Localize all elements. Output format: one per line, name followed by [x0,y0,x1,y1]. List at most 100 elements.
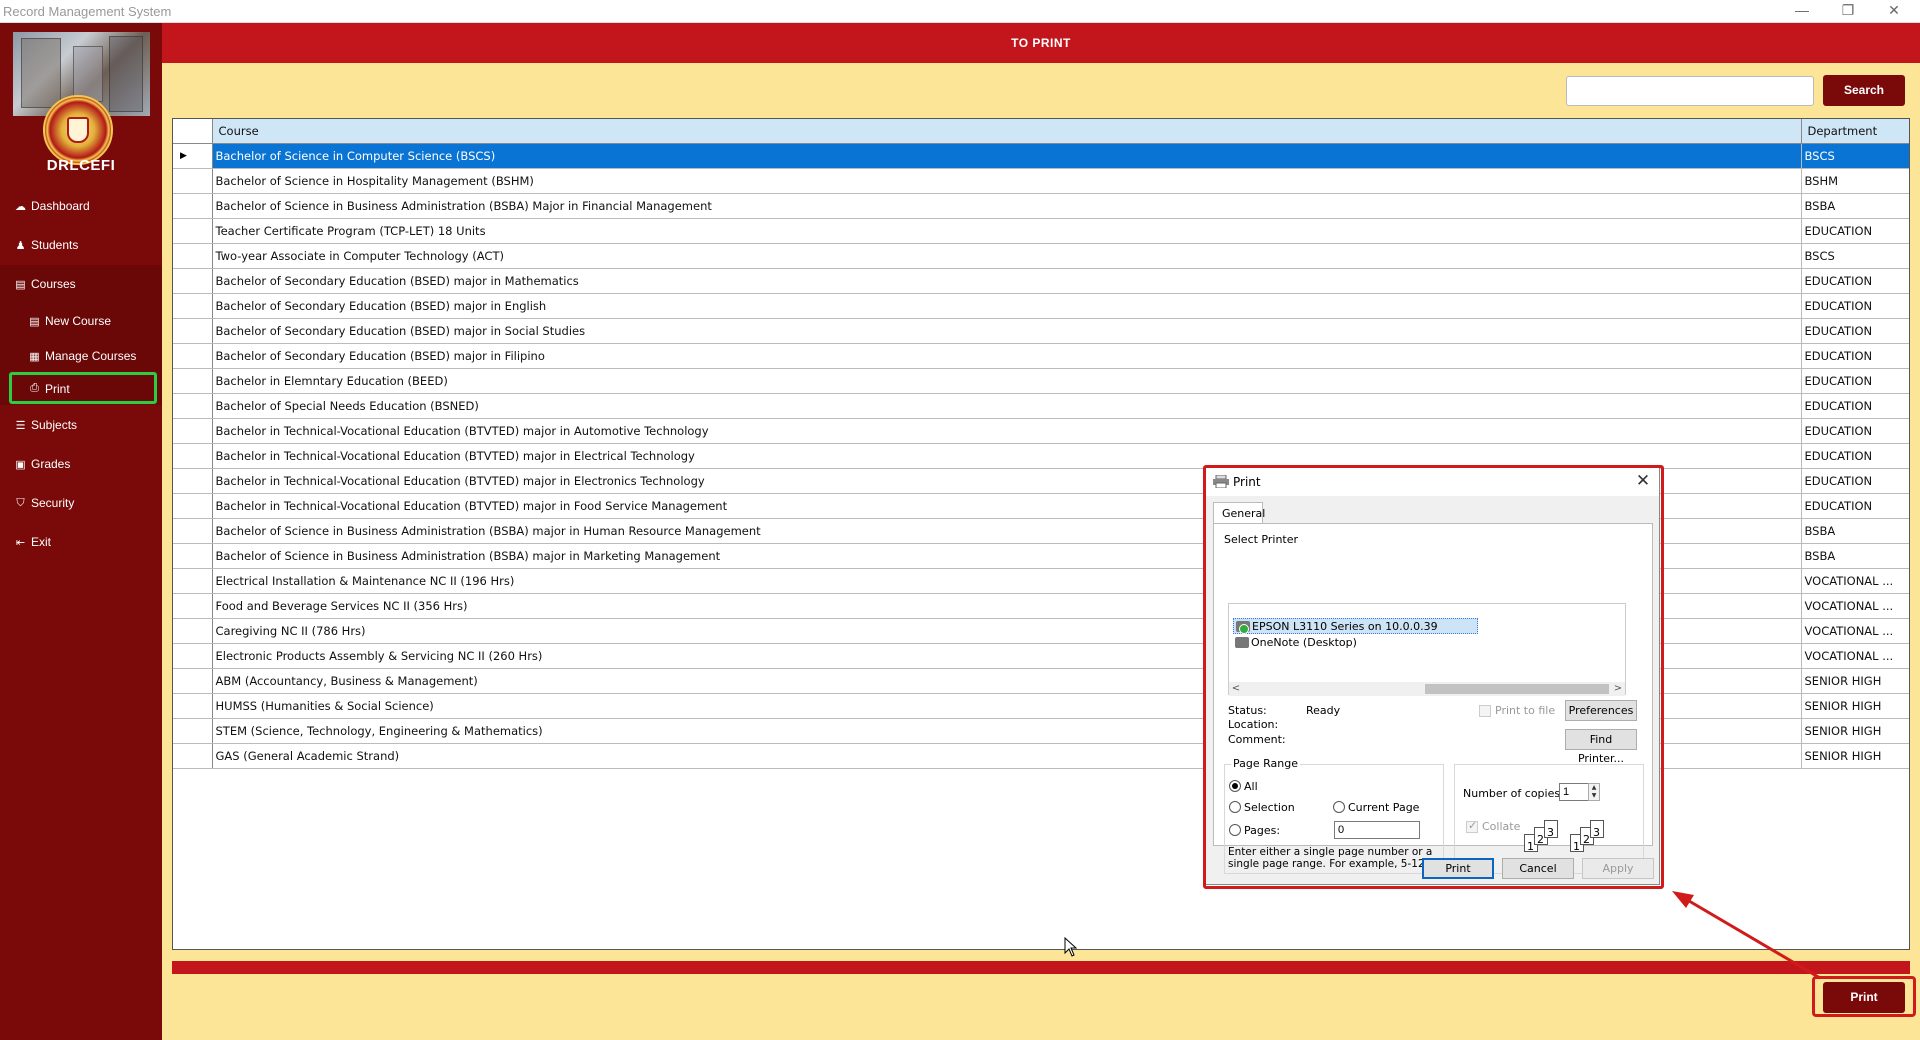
row-header[interactable] [173,668,213,694]
row-header[interactable] [173,243,213,269]
cell-course[interactable]: Bachelor of Secondary Education (BSED) m… [212,268,1802,294]
scroll-thumb[interactable] [1425,684,1609,694]
table-row[interactable]: Bachelor of Special Needs Education (BSN… [173,393,1909,419]
sidebar-item-dashboard[interactable]: ☁ Dashboard [0,188,162,224]
dialog-cancel-button[interactable]: Cancel [1502,858,1574,879]
tab-general[interactable]: General [1213,502,1265,524]
row-header[interactable] [173,618,213,644]
row-header[interactable] [173,493,213,519]
column-header-course[interactable]: Course [212,119,1802,144]
cell-course[interactable]: Bachelor of Secondary Education (BSED) m… [212,293,1802,319]
all-radio[interactable] [1229,780,1241,792]
find-printer-button[interactable]: Find Printer... [1565,729,1637,765]
cell-department[interactable]: EDUCATION [1801,218,1909,244]
search-input[interactable] [1566,76,1814,106]
row-header[interactable] [173,743,213,769]
pages-radio[interactable] [1229,824,1241,836]
row-header[interactable] [173,568,213,594]
cell-course[interactable]: Bachelor of Science in Computer Science … [212,143,1802,169]
cell-department[interactable]: SENIOR HIGH [1801,693,1909,719]
table-row[interactable]: Bachelor in Technical-Vocational Educati… [173,443,1909,469]
print-to-file-checkbox[interactable] [1479,705,1491,717]
row-header[interactable] [173,318,213,344]
cell-department[interactable]: EDUCATION [1801,418,1909,444]
table-row[interactable]: ▶ Bachelor of Science in Computer Science… [173,143,1909,169]
table-row[interactable]: Teacher Certificate Program (TCP-LET) 18… [173,218,1909,244]
sidebar-item-subjects[interactable]: ☰ Subjects [0,407,162,443]
cell-department[interactable]: EDUCATION [1801,493,1909,519]
cell-department[interactable]: EDUCATION [1801,443,1909,469]
table-row[interactable]: Bachelor in Technical-Vocational Educati… [173,418,1909,444]
printer-list-scrollbar[interactable]: < > [1229,682,1625,696]
cell-department[interactable]: BSCS [1801,243,1909,269]
row-header[interactable] [173,393,213,419]
row-header[interactable]: ▶ [173,143,213,169]
printer-list[interactable]: EPSON L3110 Series on 10.0.0.39 OneNote … [1228,603,1626,696]
cell-department[interactable]: EDUCATION [1801,368,1909,394]
collate-checkbox[interactable] [1466,819,1478,833]
table-row[interactable]: Bachelor of Science in Hospitality Manag… [173,168,1909,194]
cell-department[interactable]: EDUCATION [1801,468,1909,494]
current-page-radio[interactable] [1333,801,1345,813]
table-row[interactable]: Bachelor of Secondary Education (BSED) m… [173,343,1909,369]
close-button[interactable]: ✕ [1872,0,1916,22]
row-header[interactable] [173,518,213,544]
table-row[interactable]: Bachelor of Secondary Education (BSED) m… [173,318,1909,344]
cell-course[interactable]: Two-year Associate in Computer Technolog… [212,243,1802,269]
sidebar-item-manage-courses[interactable]: ▦ Manage Courses [0,338,162,374]
row-header[interactable] [173,443,213,469]
restore-button[interactable]: ❐ [1826,0,1870,22]
row-header[interactable] [173,468,213,494]
column-header-department[interactable]: Department [1801,119,1909,144]
printer-item-onenote[interactable]: OneNote (Desktop) [1233,635,1357,651]
scroll-right-icon[interactable]: > [1611,682,1625,696]
sidebar-item-students[interactable]: ♟ Students [0,227,162,263]
sidebar-item-security[interactable]: ⛉ Security [0,485,162,521]
cell-department[interactable]: BSBA [1801,518,1909,544]
cell-course[interactable]: Bachelor of Science in Hospitality Manag… [212,168,1802,194]
row-header[interactable] [173,368,213,394]
cell-course[interactable]: Bachelor of Secondary Education (BSED) m… [212,318,1802,344]
dialog-print-button[interactable]: Print [1422,858,1494,879]
sidebar-item-new-course[interactable]: ▤ New Course [0,303,162,339]
row-header[interactable] [173,418,213,444]
sidebar-item-exit[interactable]: ⇤ Exit [0,524,162,560]
row-header[interactable] [173,643,213,669]
cell-department[interactable]: EDUCATION [1801,293,1909,319]
cell-department[interactable]: BSHM [1801,168,1909,194]
table-row[interactable]: Bachelor of Secondary Education (BSED) m… [173,293,1909,319]
cell-department[interactable]: SENIOR HIGH [1801,718,1909,744]
row-header[interactable] [173,343,213,369]
cell-department[interactable]: VOCATIONAL ... [1801,643,1909,669]
cell-department[interactable]: EDUCATION [1801,343,1909,369]
selection-radio[interactable] [1229,801,1241,813]
cell-department[interactable]: SENIOR HIGH [1801,668,1909,694]
table-row[interactable]: Bachelor in Elemntary Education (BEED) ED… [173,368,1909,394]
cell-department[interactable]: EDUCATION [1801,268,1909,294]
cell-course[interactable]: Bachelor in Technical-Vocational Educati… [212,418,1802,444]
cell-department[interactable]: BSBA [1801,543,1909,569]
cell-course[interactable]: Bachelor of Science in Business Administ… [212,193,1802,219]
cell-course[interactable]: Bachelor in Technical-Vocational Educati… [212,443,1802,469]
row-header[interactable] [173,543,213,569]
cell-department[interactable]: VOCATIONAL ... [1801,593,1909,619]
row-header[interactable] [173,218,213,244]
pages-input[interactable] [1334,821,1420,839]
cell-department[interactable]: VOCATIONAL ... [1801,618,1909,644]
row-header[interactable] [173,718,213,744]
row-header[interactable] [173,693,213,719]
dialog-close-button[interactable]: ✕ [1631,470,1655,492]
cell-department[interactable]: EDUCATION [1801,318,1909,344]
cell-department[interactable]: SENIOR HIGH [1801,743,1909,769]
sidebar-item-grades[interactable]: ▣ Grades [0,446,162,482]
row-header[interactable] [173,293,213,319]
row-header[interactable] [173,168,213,194]
copies-stepper[interactable]: ▲ ▼ [1588,783,1600,801]
table-row[interactable]: Bachelor of Science in Business Administ… [173,193,1909,219]
cell-course[interactable]: Bachelor in Elemntary Education (BEED) [212,368,1802,394]
cell-department[interactable]: BSBA [1801,193,1909,219]
copies-input[interactable] [1559,783,1589,801]
row-header[interactable] [173,593,213,619]
cell-department[interactable]: VOCATIONAL ... [1801,568,1909,594]
cell-course[interactable]: Bachelor of Special Needs Education (BSN… [212,393,1802,419]
